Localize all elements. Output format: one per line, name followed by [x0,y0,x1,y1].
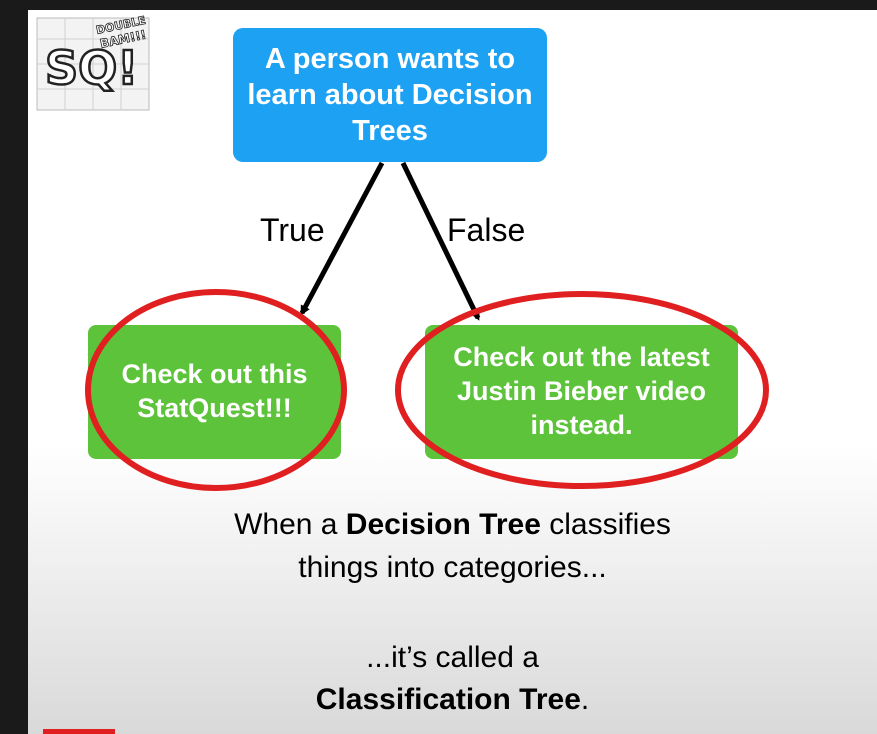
right-highlight-circle [395,291,769,489]
caption-line-2: things into categories... [298,551,607,584]
caption-line-1-post: classifies [540,508,671,541]
caption-line-4-post: . [580,683,590,716]
caption-line-4: Classification Tree. [28,680,877,721]
caption-line-1: When a Decision Tree classifies [28,505,877,546]
highlight-circles [85,289,769,491]
caption-line-3: ...it’s called a [366,641,539,674]
caption-line-1-bold: Decision Tree [345,508,541,541]
video-progress-bar[interactable] [43,729,115,734]
caption-line-4-bold: Classification Tree [315,683,581,716]
video-frame: SQ! DOUBLE BAM!!! A person wants to lear… [0,0,877,734]
left-highlight-circle [85,289,347,491]
caption-line-1-pre: When a [234,508,346,541]
